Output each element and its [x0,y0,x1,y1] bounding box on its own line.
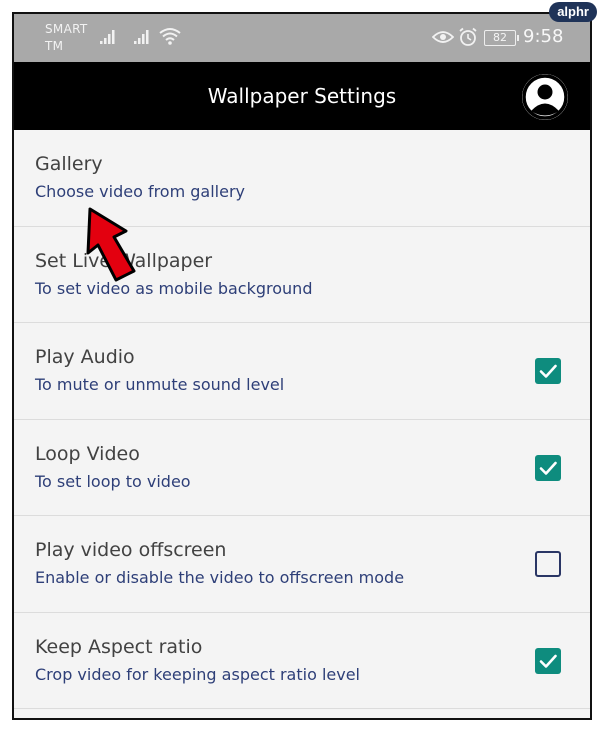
setting-play-offscreen[interactable]: Play video offscreen Enable or disable t… [14,516,590,613]
setting-keep-aspect-ratio[interactable]: Keep Aspect ratio Crop video for keeping… [14,612,590,709]
checkmark-icon [539,654,557,668]
status-bar: SMART TM 82 9:58 [14,14,590,62]
loop-video-checkbox[interactable] [535,454,561,481]
battery-icon: 82 [484,30,519,46]
setting-loop-video[interactable]: Loop Video To set loop to video [14,419,590,516]
setting-subtitle: Enable or disable the video to offscreen… [35,568,405,587]
watermark-logo: alphr [549,2,597,22]
setting-subtitle: To set loop to video [35,471,191,491]
account-avatar-icon[interactable] [522,74,568,120]
status-clock: 9:58 [523,26,564,47]
signal-icon [100,30,115,44]
red-pointer-arrow [86,207,136,282]
page-title: Wallpaper Settings [207,84,397,108]
phone-screen: SMART TM 82 9:58 Wallpaper Settings Gall… [12,12,592,720]
setting-title: Keep Aspect ratio [35,635,203,658]
keep-aspect-ratio-checkbox[interactable] [535,647,561,674]
setting-play-audio[interactable]: Play Audio To mute or unmute sound level [14,323,590,420]
carrier-label: SMART TM [45,21,87,55]
alarm-icon [459,27,477,46]
play-offscreen-checkbox[interactable] [535,551,561,577]
setting-title: Gallery [35,153,103,175]
carrier-line1: SMART [45,22,88,36]
signal-icon [134,30,149,44]
setting-title: Play video offscreen [35,539,227,561]
wifi-icon [159,28,181,45]
eye-icon [432,31,454,43]
play-audio-checkbox[interactable] [535,358,561,384]
person-icon [522,74,568,120]
app-bar: Wallpaper Settings [14,62,590,130]
setting-title: Play Audio [35,346,135,368]
checkmark-icon [539,364,557,378]
setting-subtitle: Crop video for keeping aspect ratio leve… [35,664,360,684]
setting-subtitle: To mute or unmute sound level [35,375,285,394]
checkmark-icon [539,461,557,475]
carrier-line2: TM [45,39,64,53]
setting-title: Loop Video [35,442,140,465]
